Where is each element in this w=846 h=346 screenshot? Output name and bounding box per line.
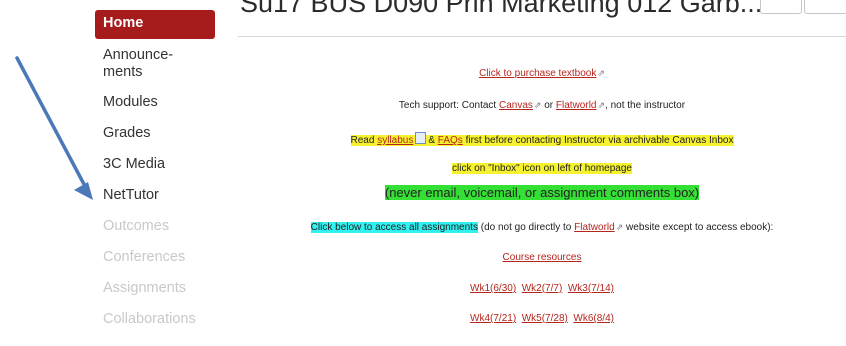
week-link[interactable]: Wk3(7/14) bbox=[568, 283, 614, 294]
week-link[interactable]: Wk4(7/21) bbox=[470, 313, 516, 324]
not-instructor-text: , not the instructor bbox=[605, 100, 686, 111]
weeks-row-1: Wk1(6/30) Wk2(7/7) Wk3(7/14) bbox=[238, 283, 846, 294]
read-suffix-text: first before contacting Instructor via a… bbox=[465, 135, 734, 146]
external-link-icon: ⇗ bbox=[597, 68, 605, 78]
week-link[interactable]: Wk2(7/7) bbox=[522, 283, 563, 294]
tech-support-line: Tech support: Contact Canvas⇗ or Flatwor… bbox=[238, 100, 846, 111]
purchase-line: Click to purchase textbook⇗ bbox=[238, 68, 846, 79]
access-line: Click below to access all assignments (d… bbox=[238, 222, 846, 233]
nav-collaborations[interactable]: Collaborations bbox=[95, 304, 215, 335]
nav-assignments[interactable]: Assignments bbox=[95, 273, 215, 304]
or-text: or bbox=[544, 100, 554, 111]
canvas-link[interactable]: Canvas bbox=[499, 100, 533, 111]
flatworld-link[interactable]: Flatworld bbox=[556, 100, 597, 111]
week-link[interactable]: Wk6(8/4) bbox=[573, 313, 614, 324]
inbox-line: click on "Inbox" icon on left of homepag… bbox=[238, 163, 846, 174]
access-suffix-text: website except to access ebook): bbox=[626, 222, 774, 233]
read-text: Read bbox=[350, 135, 375, 146]
document-icon bbox=[415, 132, 427, 144]
course-navigation: Home Announce- ments Modules Grades 3C M… bbox=[95, 10, 215, 335]
course-resources-line: Course resources bbox=[238, 252, 846, 263]
never-note: (never email, voicemail, or assignment c… bbox=[384, 185, 700, 200]
access-mid-text: (do not go directly to bbox=[480, 222, 572, 233]
never-line: (never email, voicemail, or assignment c… bbox=[238, 185, 846, 200]
nav-outcomes[interactable]: Outcomes bbox=[95, 211, 215, 242]
amp-text: & bbox=[428, 135, 435, 146]
nav-home[interactable]: Home bbox=[95, 10, 215, 39]
weeks-row-2: Wk4(7/21) Wk5(7/28) Wk6(8/4) bbox=[238, 313, 846, 324]
course-resources-link[interactable]: Course resources bbox=[503, 252, 582, 263]
tech-support-text: Tech support: Contact bbox=[398, 100, 497, 111]
week-link[interactable]: Wk1(6/30) bbox=[470, 283, 516, 294]
flatworld-link-2[interactable]: Flatworld bbox=[574, 222, 615, 233]
nav-conferences[interactable]: Conferences bbox=[95, 242, 215, 273]
external-link-icon: ⇗ bbox=[533, 100, 542, 110]
access-highlight: Click below to access all assignments bbox=[310, 222, 478, 233]
page-title: Su17 BUS D090 Prin Marketing 012 Garb... bbox=[240, 0, 763, 18]
nav-modules[interactable]: Modules bbox=[95, 87, 215, 118]
header-button[interactable] bbox=[760, 0, 802, 14]
external-link-icon: ⇗ bbox=[597, 100, 606, 110]
title-divider bbox=[238, 36, 846, 37]
faqs-link[interactable]: FAQs bbox=[438, 135, 463, 146]
external-link-icon: ⇗ bbox=[615, 222, 624, 232]
nav-nettutor[interactable]: NetTutor bbox=[95, 180, 215, 211]
nav-grades[interactable]: Grades bbox=[95, 118, 215, 149]
nav-announcements[interactable]: Announce- ments bbox=[95, 39, 215, 87]
inbox-note: click on "Inbox" icon on left of homepag… bbox=[452, 163, 632, 174]
nav-3c-media[interactable]: 3C Media bbox=[95, 149, 215, 180]
read-first-line: Read syllabus & FAQs first before contact… bbox=[238, 132, 846, 146]
syllabus-link[interactable]: syllabus bbox=[377, 135, 413, 146]
header-button-2[interactable] bbox=[804, 0, 846, 14]
purchase-textbook-link[interactable]: Click to purchase textbook bbox=[479, 68, 596, 79]
week-link[interactable]: Wk5(7/28) bbox=[522, 313, 568, 324]
